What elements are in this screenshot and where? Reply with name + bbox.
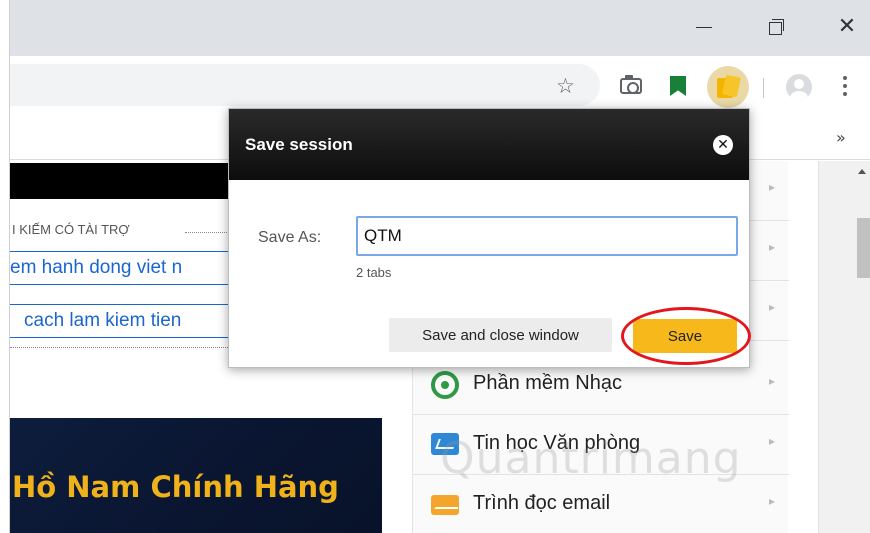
bookmark-extension-icon[interactable] (670, 76, 686, 96)
banner-headline: Hồ Nam Chính Hãng (12, 470, 339, 504)
tab-count: 2 tabs (356, 265, 392, 280)
list-item-label: Phần mềm Nhạc (473, 372, 622, 394)
ad-banner[interactable]: Hồ Nam Chính Hãng (10, 418, 382, 533)
window-edge (0, 0, 10, 533)
chevron-right-icon: ▸ (769, 374, 776, 388)
profile-avatar-icon[interactable] (786, 74, 812, 100)
scroll-up-arrow-icon[interactable] (858, 169, 866, 174)
chevron-right-icon: ▸ (769, 434, 776, 448)
camera-icon[interactable] (620, 75, 642, 94)
bookmarks-overflow-chevron-icon[interactable]: » (836, 128, 846, 147)
email-icon (431, 495, 459, 515)
save-and-close-button[interactable]: Save and close window (389, 318, 612, 352)
music-icon (431, 371, 459, 399)
divider (185, 232, 227, 233)
close-icon[interactable]: ✕ (713, 135, 733, 155)
dialog-title: Save session (245, 135, 353, 154)
close-window-button[interactable]: ✕ (832, 12, 862, 42)
sponsored-link[interactable]: cach lam kiem tien (10, 304, 240, 338)
address-bar[interactable] (0, 64, 600, 106)
save-as-label: Save As: (258, 229, 322, 246)
watermark: Quantrimang (440, 433, 742, 484)
chevron-right-icon: ▸ (769, 300, 776, 314)
scrollbar-thumb[interactable] (857, 218, 870, 278)
list-item-label: Trình đọc email (473, 492, 611, 514)
scrollbar[interactable] (818, 161, 870, 533)
toolbar-divider (763, 78, 764, 98)
session-name-input[interactable] (356, 216, 738, 256)
session-extension-icon[interactable] (717, 74, 741, 98)
title-bar: ✕ (0, 0, 870, 56)
save-button[interactable]: Save (633, 319, 737, 353)
more-menu-icon[interactable] (843, 76, 847, 96)
bookmark-star-icon[interactable]: ☆ (556, 74, 575, 98)
minimize-button[interactable] (690, 12, 720, 42)
maximize-button[interactable] (760, 12, 790, 42)
sponsored-link[interactable]: em hanh dong viet n (10, 251, 240, 285)
chevron-right-icon: ▸ (769, 240, 776, 254)
chevron-right-icon: ▸ (769, 180, 776, 194)
dialog-header: Save session ✕ (229, 109, 749, 180)
save-session-dialog: Save session ✕ Save As: 2 tabs Save and … (228, 108, 751, 368)
sponsored-label: I KIẾM CÓ TÀI TRỢ (12, 222, 130, 237)
chevron-right-icon: ▸ (769, 494, 776, 508)
